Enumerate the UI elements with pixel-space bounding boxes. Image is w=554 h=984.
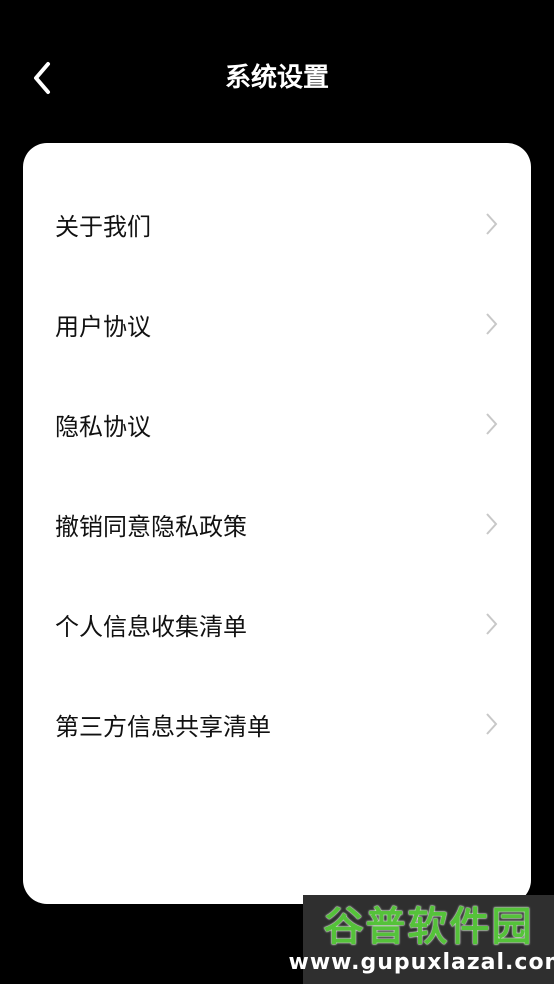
chevron-right-icon bbox=[483, 312, 499, 336]
watermark-title: 谷普软件园 bbox=[323, 903, 534, 950]
settings-item-label: 撤销同意隐私政策 bbox=[55, 512, 247, 541]
settings-item-label: 隐私协议 bbox=[55, 412, 151, 441]
settings-list: 关于我们 用户协议 隐私协议 撤销同意隐私政策 个人信息收集清单 第三方信息共享… bbox=[23, 174, 531, 774]
watermark-url: www.gupuxlazal.com bbox=[288, 949, 554, 975]
settings-item-label: 关于我们 bbox=[55, 212, 151, 241]
chevron-right-icon bbox=[483, 412, 499, 436]
settings-item-label: 个人信息收集清单 bbox=[55, 612, 247, 641]
settings-item-label: 用户协议 bbox=[55, 312, 151, 341]
settings-item-revoke-privacy-consent[interactable]: 撤销同意隐私政策 bbox=[23, 474, 531, 574]
settings-item-privacy-agreement[interactable]: 隐私协议 bbox=[23, 374, 531, 474]
settings-item-label: 第三方信息共享清单 bbox=[55, 712, 271, 741]
chevron-right-icon bbox=[483, 512, 499, 536]
settings-item-third-party-sharing-list[interactable]: 第三方信息共享清单 bbox=[23, 674, 531, 774]
settings-item-about-us[interactable]: 关于我们 bbox=[23, 174, 531, 274]
settings-item-personal-info-list[interactable]: 个人信息收集清单 bbox=[23, 574, 531, 674]
chevron-right-icon bbox=[483, 612, 499, 636]
page-title: 系统设置 bbox=[224, 63, 329, 93]
settings-card: 关于我们 用户协议 隐私协议 撤销同意隐私政策 个人信息收集清单 第三方信息共享… bbox=[23, 143, 531, 904]
chevron-right-icon bbox=[483, 212, 499, 236]
watermark: 谷普软件园 www.gupuxlazal.com bbox=[289, 895, 554, 984]
settings-item-user-agreement[interactable]: 用户协议 bbox=[23, 274, 531, 374]
header-bar: 系统设置 bbox=[0, 0, 554, 140]
chevron-right-icon bbox=[483, 712, 499, 736]
